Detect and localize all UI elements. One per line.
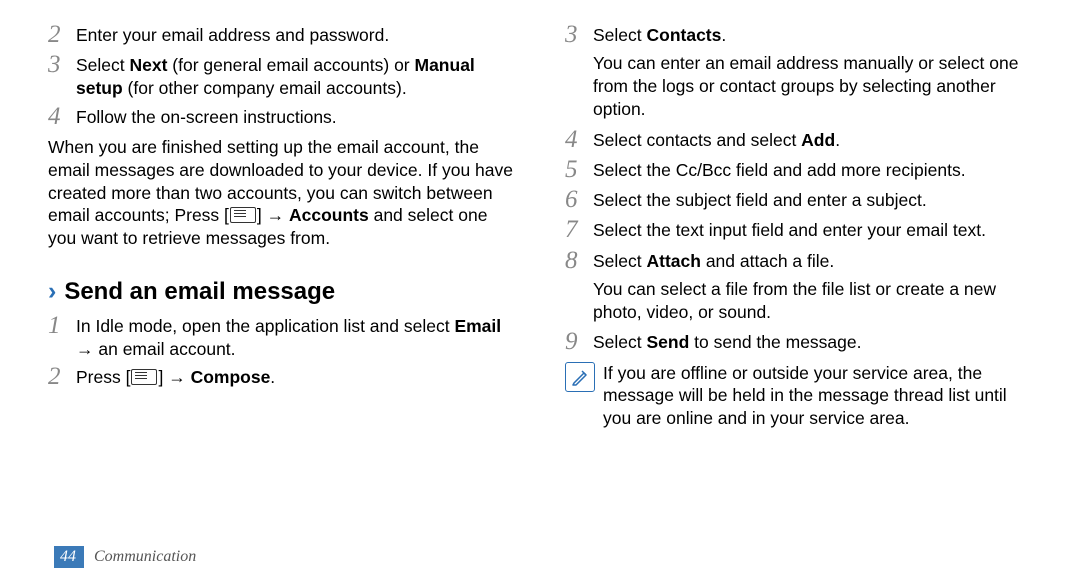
step-text: Press [ ] → Compose. xyxy=(76,364,515,389)
bold: Attach xyxy=(647,251,701,271)
text: to send the message. xyxy=(689,332,861,352)
bold: Accounts xyxy=(289,205,369,225)
text: . xyxy=(270,367,275,387)
bold: Next xyxy=(130,55,168,75)
note-icon-wrap xyxy=(565,362,597,392)
send-step-8: 8 Select Attach and attach a file. xyxy=(565,248,1032,274)
text: ] → xyxy=(257,205,289,225)
text: ] → xyxy=(158,367,190,387)
step-text: Select Send to send the message. xyxy=(593,329,1032,354)
step-text: Enter your email address and password. xyxy=(76,22,515,47)
footer: 44 Communication xyxy=(54,546,196,568)
bold: Compose xyxy=(191,367,271,387)
bold: Send xyxy=(647,332,690,352)
paragraph: When you are finished setting up the ema… xyxy=(48,136,515,250)
step-3: 3 Select Next (for general email account… xyxy=(48,52,515,100)
left-column: 2 Enter your email address and password.… xyxy=(48,20,515,430)
step-number: 7 xyxy=(565,217,593,243)
send-step-1: 1 In Idle mode, open the application lis… xyxy=(48,313,515,361)
heading-text: Send an email message xyxy=(64,276,335,307)
send-step-7: 7 Select the text input field and enter … xyxy=(565,217,1032,243)
step-text: In Idle mode, open the application list … xyxy=(76,313,515,361)
step-text: Select Contacts. xyxy=(593,22,1032,47)
bold: Contacts xyxy=(647,25,722,45)
text: (for general email accounts) or xyxy=(167,55,414,75)
step-text: Select contacts and select Add. xyxy=(593,127,1032,152)
step-number: 4 xyxy=(565,127,593,153)
text: . xyxy=(835,130,840,150)
send-step-5: 5 Select the Cc/Bcc field and add more r… xyxy=(565,157,1032,183)
text: Select xyxy=(593,332,647,352)
send-step-9: 9 Select Send to send the message. xyxy=(565,329,1032,355)
send-step-6: 6 Select the subject field and enter a s… xyxy=(565,187,1032,213)
step-number: 9 xyxy=(565,329,593,355)
note-block: If you are offline or outside your servi… xyxy=(565,362,1032,430)
step-text: Select the Cc/Bcc field and add more rec… xyxy=(593,157,1032,182)
send-step-4: 4 Select contacts and select Add. xyxy=(565,127,1032,153)
step-number: 8 xyxy=(565,248,593,274)
text: → an email account. xyxy=(76,339,236,359)
section-name: Communication xyxy=(94,548,196,566)
right-column: 3 Select Contacts. You can enter an emai… xyxy=(565,20,1032,430)
text: Select xyxy=(76,55,130,75)
text: In Idle mode, open the application list … xyxy=(76,316,454,336)
step-text: Select the subject field and enter a sub… xyxy=(593,187,1032,212)
step-number: 3 xyxy=(565,22,593,48)
step-number: 1 xyxy=(48,313,76,339)
step-text: Follow the on-screen instructions. xyxy=(76,104,515,129)
step-number: 2 xyxy=(48,22,76,48)
step-2: 2 Enter your email address and password. xyxy=(48,22,515,48)
bold: Email xyxy=(454,316,501,336)
step-4: 4 Follow the on-screen instructions. xyxy=(48,104,515,130)
step-sub: You can enter an email address manually … xyxy=(593,52,1032,120)
step-sub: You can select a file from the file list… xyxy=(593,278,1032,324)
chevron-icon: › xyxy=(48,279,56,304)
send-step-3: 3 Select Contacts. xyxy=(565,22,1032,48)
step-text: Select Next (for general email accounts)… xyxy=(76,52,515,100)
menu-icon xyxy=(131,369,157,385)
text: and attach a file. xyxy=(701,251,834,271)
step-number: 3 xyxy=(48,52,76,78)
step-number: 4 xyxy=(48,104,76,130)
step-number: 6 xyxy=(565,187,593,213)
menu-icon xyxy=(230,207,256,223)
step-number: 2 xyxy=(48,364,76,390)
text: Press [ xyxy=(76,367,130,387)
manual-page: 2 Enter your email address and password.… xyxy=(0,0,1080,430)
section-heading: › Send an email message xyxy=(48,276,515,307)
step-number: 5 xyxy=(565,157,593,183)
page-number: 44 xyxy=(54,546,84,568)
text: . xyxy=(721,25,726,45)
note-icon xyxy=(565,362,595,392)
note-text: If you are offline or outside your servi… xyxy=(603,362,1032,430)
send-step-2: 2 Press [ ] → Compose. xyxy=(48,364,515,390)
step-text: Select the text input field and enter yo… xyxy=(593,217,1032,242)
text: Select contacts and select xyxy=(593,130,801,150)
bold: Add xyxy=(801,130,835,150)
text: Select xyxy=(593,25,647,45)
text: (for other company email accounts). xyxy=(123,78,407,98)
text: Select xyxy=(593,251,647,271)
step-text: Select Attach and attach a file. xyxy=(593,248,1032,273)
